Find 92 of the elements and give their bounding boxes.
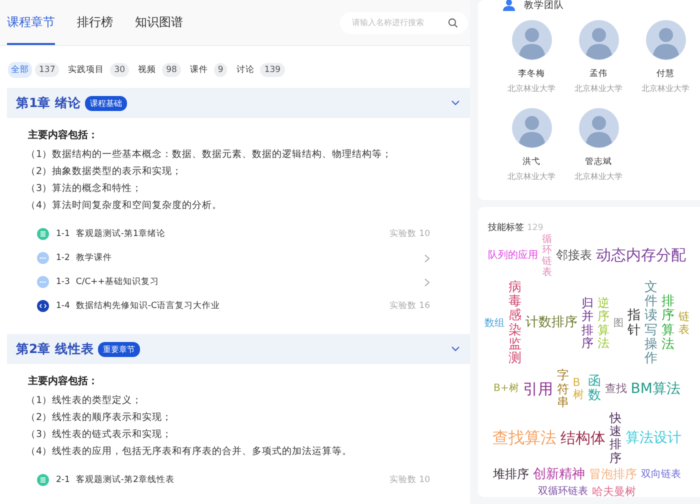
count-badge: 30	[110, 63, 130, 77]
avatar-placeholder	[512, 20, 552, 60]
item-number: 1-4	[56, 301, 70, 311]
member-school: 北京林业大学	[508, 83, 556, 94]
avatar-placeholder	[646, 20, 686, 60]
skill-tag[interactable]: 查找	[604, 382, 627, 396]
chapter-badge: 课程基础	[85, 96, 128, 110]
skill-tag[interactable]: 指针	[628, 309, 640, 338]
more-icon	[37, 276, 49, 288]
skill-tag[interactable]: 双循环链表	[538, 486, 588, 498]
count-badge: 9	[214, 63, 228, 77]
section-title: 教学团队	[524, 0, 564, 12]
chevron-icon[interactable]	[424, 254, 430, 262]
item-number: 1-3	[56, 277, 70, 287]
skill-tag[interactable]: 图	[614, 318, 624, 330]
item-title[interactable]: C/C++基础知识复习	[76, 276, 159, 288]
item-title[interactable]: 客观题测试-第1章绪论	[76, 228, 166, 240]
chapter-title: 第1章 绪论	[16, 94, 82, 112]
chapter-header[interactable]: 第1章 绪论 课程基础	[7, 88, 470, 118]
count-badge: 137	[35, 63, 60, 77]
avatar-placeholder	[512, 108, 552, 148]
tab[interactable]: 知识图谱	[135, 0, 183, 45]
member-name: 管志斌	[585, 156, 612, 168]
member-name: 孟伟	[590, 68, 608, 80]
summary-point: （3）线性表的链式表示和实现；	[26, 428, 174, 442]
search-field[interactable]: 请输入名称进行搜索	[340, 12, 468, 34]
chapter-title: 第2章 线性表	[16, 340, 94, 358]
skill-tag[interactable]: 排序算法	[662, 294, 674, 352]
skill-tag[interactable]: 邻接表	[556, 248, 592, 263]
avatar-placeholder	[578, 108, 618, 148]
member-school: 北京林业大学	[642, 83, 690, 94]
lab-count: 实验数 10	[389, 228, 430, 240]
filter-chip[interactable]: 课件	[186, 62, 211, 78]
member-school: 北京林业大学	[508, 171, 556, 182]
skill-tag[interactable]: 快速排序	[610, 412, 622, 465]
member-name: 洪弋	[522, 156, 540, 168]
item-number: 1-2	[56, 253, 70, 263]
item-title[interactable]: 数据结构先修知识-C语言复习大作业	[76, 300, 220, 312]
chapter-header[interactable]: 第2章 线性表 重要章节	[7, 334, 470, 364]
item-title[interactable]: 客观题测试-第2章线性表	[76, 474, 174, 486]
tab[interactable]: 课程章节	[7, 0, 55, 45]
chapter-badge: 重要章节	[98, 342, 140, 356]
count-badge: 98	[162, 63, 181, 77]
summary-point: （2）抽象数据类型的表示和实现；	[26, 165, 184, 179]
skill-tag[interactable]: 病毒感染监测	[508, 280, 522, 366]
lab-count: 实验数 16	[389, 300, 430, 312]
skill-tag[interactable]: 文件读写操作	[644, 280, 658, 366]
search-icon	[448, 18, 458, 28]
tab[interactable]: 排行榜	[77, 0, 113, 45]
skill-tag[interactable]: 计数排序	[526, 316, 578, 332]
count-badge: 139	[260, 63, 285, 77]
summary-point: （2）线性表的顺序表示和实现；	[26, 411, 174, 425]
skill-tag[interactable]: 引用	[522, 380, 553, 398]
summary-point: （4）算法时间复杂度和空间复杂度的分析。	[26, 199, 224, 213]
skill-tag[interactable]: 队列的应用	[488, 250, 538, 262]
summary-point: （1）线性表的类型定义；	[26, 394, 144, 408]
skill-tag[interactable]: BM算法	[630, 381, 680, 398]
summary-point: （3）算法的概念和特性；	[26, 182, 144, 196]
more-icon	[37, 252, 49, 264]
item-number: 2-1	[56, 475, 70, 485]
skill-tag[interactable]: 归并排序	[582, 297, 594, 350]
summary-title: 主要内容包括：	[28, 128, 99, 142]
list-icon	[37, 228, 49, 240]
skill-tag[interactable]: 字符串	[556, 369, 569, 410]
filter-chip[interactable]: 视频	[135, 62, 160, 78]
summary-point: （1）数据结构的一些基本概念：数据、数据元素、数据的逻辑结构、物理结构等；	[26, 148, 394, 162]
skill-tag[interactable]: 函数	[588, 374, 601, 404]
item-title[interactable]: 教学课件	[76, 252, 112, 264]
section-title: 技能标签	[488, 222, 524, 234]
skill-tag[interactable]: 堆排序	[493, 468, 529, 482]
lab-count: 实验数 10	[389, 474, 430, 486]
skill-tag[interactable]: 双向链表	[641, 469, 681, 481]
member-school: 北京林业大学	[574, 171, 622, 182]
filter-chip[interactable]: 实践项目	[65, 62, 108, 78]
code-icon	[37, 300, 49, 312]
member-school: 北京林业大学	[574, 83, 622, 94]
chevron-icon[interactable]	[424, 278, 430, 286]
summary-title: 主要内容包括：	[28, 374, 99, 388]
skill-tag[interactable]: 结构体	[560, 430, 606, 448]
member-name: 李冬梅	[518, 68, 545, 80]
member-name: 付慧	[656, 68, 674, 80]
item-number: 1-1	[56, 229, 70, 239]
filter-chip[interactable]: 讨论	[233, 62, 258, 78]
person-icon	[502, 0, 516, 11]
summary-point: （4）线性表的应用，包括无序表和有序表的合并、多项式的加法运算等。	[26, 445, 354, 459]
filter-chip[interactable]: 全部	[8, 62, 32, 78]
tag-count: 129	[527, 223, 544, 233]
list-icon	[37, 474, 49, 486]
skill-tag[interactable]: 创新精神	[533, 468, 585, 483]
avatar-placeholder	[578, 20, 618, 60]
skill-tag[interactable]: 哈夫曼树	[592, 486, 636, 498]
skill-tag[interactable]: 动态内存分配	[596, 247, 686, 264]
